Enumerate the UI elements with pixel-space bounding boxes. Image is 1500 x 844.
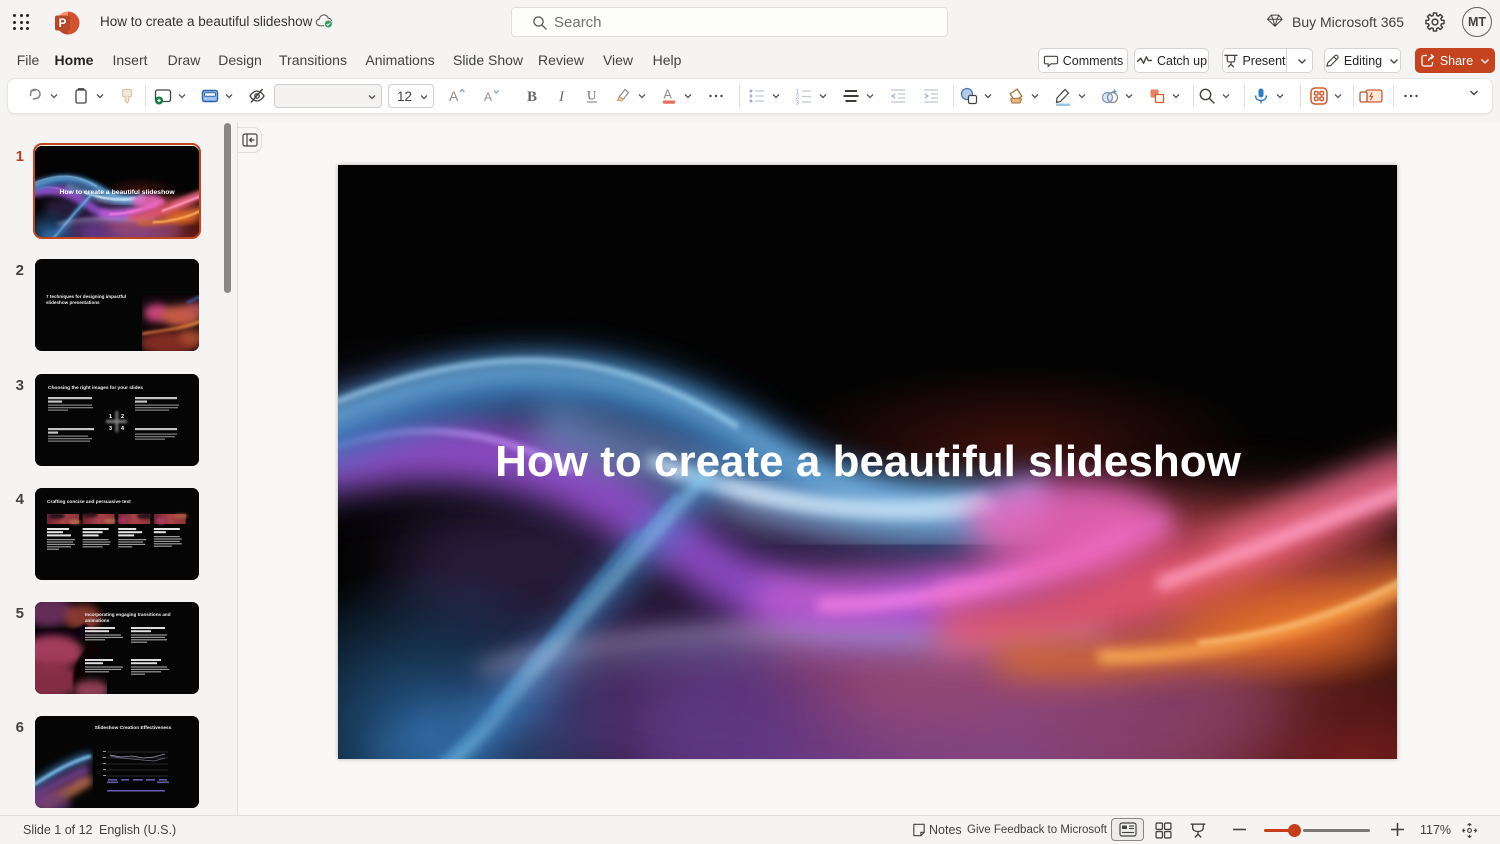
svg-text:2: 2 — [121, 414, 124, 420]
svg-text:3: 3 — [109, 426, 112, 432]
svg-text:Crafting concise and persuasiv: Crafting concise and persuasive text — [47, 499, 131, 505]
svg-text:A: A — [484, 90, 492, 104]
svg-text:I: I — [558, 89, 565, 105]
svg-text:Incorporating engaging transit: Incorporating engaging transitions and — [85, 612, 171, 617]
svg-text:B: B — [527, 89, 537, 105]
svg-text:A: A — [449, 88, 459, 104]
svg-text:animations: animations — [85, 618, 110, 623]
svg-text:U: U — [587, 88, 597, 103]
svg-text:Choosing the right images for: Choosing the right images for your slide… — [48, 385, 143, 391]
svg-text:A: A — [664, 88, 673, 102]
svg-text:P: P — [59, 18, 67, 30]
svg-text:slideshow presentations: slideshow presentations — [46, 300, 100, 305]
svg-text:Slideshow Creation Effectivene: Slideshow Creation Effectiveness — [95, 725, 172, 731]
svg-text:7 techniques for designing imp: 7 techniques for designing impactful — [46, 294, 126, 299]
svg-text:1: 1 — [109, 414, 112, 420]
svg-text:3: 3 — [796, 100, 800, 107]
